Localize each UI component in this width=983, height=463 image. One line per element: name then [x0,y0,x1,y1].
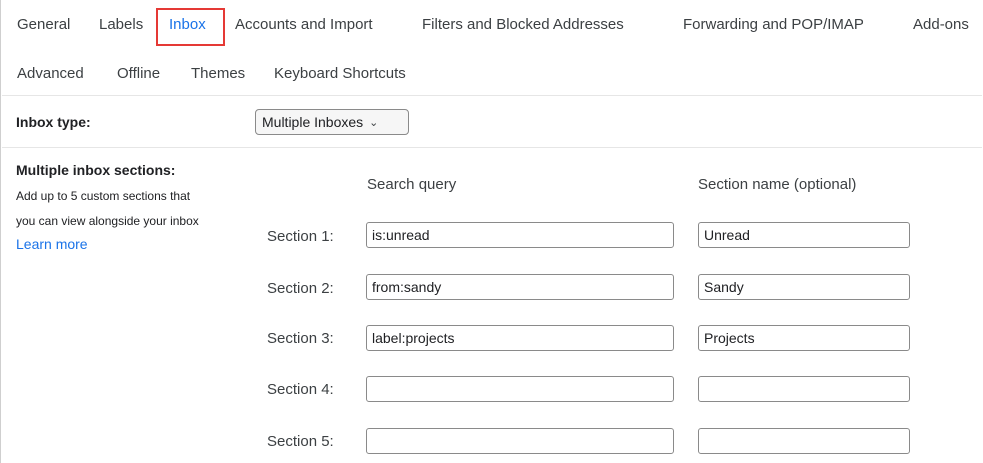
active-tab-highlight [156,8,225,46]
section-5-label: Section 5: [267,433,334,450]
section-3-name-input[interactable] [698,325,910,351]
chevron-down-icon: ⌄ [369,116,379,129]
section-2-search-query-input[interactable] [366,274,674,300]
tab-labels[interactable]: Labels [99,16,143,33]
multiple-inbox-description-line-1: Add up to 5 custom sections that [16,189,191,203]
inbox-type-label: Inbox type: [16,114,91,130]
tab-accounts-and-import[interactable]: Accounts and Import [235,16,373,33]
section-5-search-query-input[interactable] [366,428,674,454]
tab-themes[interactable]: Themes [191,65,245,82]
multiple-inbox-description-line-2: you can view alongside your inbox [16,214,199,228]
section-3-search-query-input[interactable] [366,325,674,351]
settings-panel: General Labels Inbox Accounts and Import… [0,0,982,463]
tab-add-ons[interactable]: Add-ons [913,16,969,33]
section-2-label: Section 2: [267,280,334,297]
learn-more-link[interactable]: Learn more [16,236,88,252]
inbox-type-selected-value: Multiple Inboxes [262,114,364,130]
section-1-search-query-input[interactable] [366,222,674,248]
tab-filters-and-blocked-addresses[interactable]: Filters and Blocked Addresses [422,16,624,33]
tab-forwarding-and-pop-imap[interactable]: Forwarding and POP/IMAP [683,16,864,33]
inbox-type-select[interactable]: Multiple Inboxes ⌄ [255,109,409,135]
search-query-column-header: Search query [367,176,457,193]
section-4-search-query-input[interactable] [366,376,674,402]
section-2-name-input[interactable] [698,274,910,300]
tab-general[interactable]: General [17,16,70,33]
tab-keyboard-shortcuts[interactable]: Keyboard Shortcuts [274,65,406,82]
tab-offline[interactable]: Offline [117,65,160,82]
section-5-name-input[interactable] [698,428,910,454]
divider [2,95,982,96]
section-name-column-header: Section name (optional) [698,176,857,193]
divider [2,147,982,148]
section-3-label: Section 3: [267,330,334,347]
section-4-label: Section 4: [267,381,334,398]
section-1-name-input[interactable] [698,222,910,248]
section-1-label: Section 1: [267,228,334,245]
multiple-inbox-sections-title: Multiple inbox sections: [16,162,176,178]
section-4-name-input[interactable] [698,376,910,402]
tab-advanced[interactable]: Advanced [17,65,84,82]
